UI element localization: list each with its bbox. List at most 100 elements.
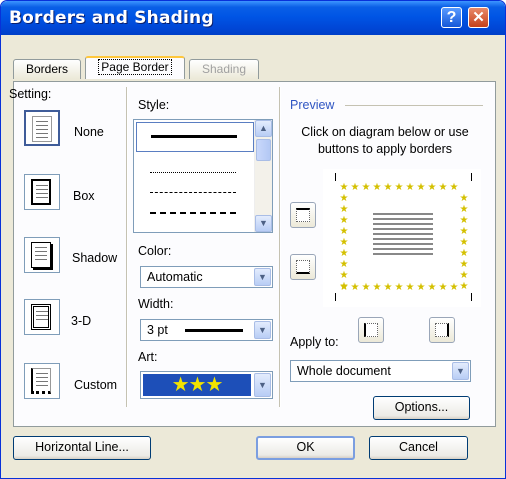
- tab-borders[interactable]: Borders: [13, 59, 81, 79]
- border-star-icon: ★: [339, 270, 349, 281]
- border-star-icon: ★: [394, 182, 404, 193]
- cancel-button[interactable]: Cancel: [369, 436, 468, 460]
- art-label: Art:: [138, 350, 158, 364]
- page-none-icon: [32, 116, 52, 142]
- tab-borders-label: Borders: [25, 62, 69, 76]
- border-star-icon: ★: [372, 282, 382, 293]
- border-star-icon: ★: [459, 193, 469, 204]
- border-star-icon: ★: [383, 282, 393, 293]
- setting-3d-label: 3-D: [71, 314, 92, 328]
- setting-3d-button[interactable]: [24, 299, 60, 335]
- preview-rule: [345, 105, 483, 106]
- setting-box-button[interactable]: [24, 174, 60, 210]
- scroll-down-icon[interactable]: ▼: [255, 215, 272, 232]
- crop-mark: [471, 173, 472, 181]
- border-star-icon: ★: [372, 182, 382, 193]
- scroll-thumb[interactable]: [256, 139, 271, 161]
- crop-mark: [335, 173, 336, 181]
- style-option-dash-dot[interactable]: [150, 212, 236, 214]
- options-button[interactable]: Options...: [373, 396, 470, 420]
- tab-page-border[interactable]: Page Border: [85, 56, 185, 79]
- width-value: 3 pt: [147, 323, 168, 337]
- chevron-down-icon[interactable]: ▼: [254, 268, 271, 286]
- style-option-thick[interactable]: [136, 122, 254, 152]
- border-star-icon: ★: [383, 182, 393, 193]
- border-star-icon: ★: [339, 281, 349, 292]
- border-star-icon: ★: [405, 282, 415, 293]
- border-star-icon: ★: [416, 182, 426, 193]
- crop-mark: [335, 293, 336, 301]
- preview-diagram[interactable]: ★ ★ ★ ★ ★ ★ ★ ★ ★ ★ ★ ★ ★ ★ ★ ★ ★ ★ ★ ★ ★ ★ ★ ★ ★ ★ ★ ★ ★ ★ ★ ★ ★ ★ ★ ★ ★ ★ ★ ★: [323, 169, 481, 307]
- title-bar[interactable]: Borders and Shading ? ✕: [1, 1, 505, 35]
- border-star-icon: ★: [361, 182, 371, 193]
- border-star-icon: ★: [339, 215, 349, 226]
- preview-instruction: Click on diagram below or use buttons to…: [301, 125, 469, 156]
- close-button[interactable]: ✕: [468, 7, 489, 28]
- right-border-button[interactable]: [429, 317, 455, 343]
- page-box-icon: [31, 179, 51, 205]
- dialog-title: Borders and Shading: [9, 8, 214, 28]
- apply-to-select[interactable]: Whole document ▼: [290, 360, 471, 382]
- width-select[interactable]: 3 pt ▼: [140, 319, 273, 341]
- border-star-icon: ★: [339, 204, 349, 215]
- border-star-icon: ★: [449, 182, 459, 193]
- setting-shadow-button[interactable]: [24, 237, 60, 273]
- borders-shading-dialog: Borders and Shading ? ✕ Borders Page Bor…: [0, 0, 506, 479]
- style-option-dotted[interactable]: [150, 172, 236, 173]
- border-right-icon: [435, 323, 449, 337]
- top-border-button[interactable]: [290, 202, 316, 228]
- page-shadow-icon: [31, 242, 51, 268]
- border-star-icon: ★: [459, 237, 469, 248]
- setting-label: Setting:: [9, 87, 52, 101]
- border-star-icon: ★: [350, 182, 360, 193]
- border-star-icon: ★: [361, 282, 371, 293]
- left-border-button[interactable]: [358, 317, 384, 343]
- border-star-icon: ★: [339, 193, 349, 204]
- border-star-icon: ★: [459, 270, 469, 281]
- border-bottom-icon: [296, 260, 310, 274]
- horizontal-line-button[interactable]: Horizontal Line...: [13, 436, 151, 460]
- chevron-down-icon[interactable]: ▼: [452, 362, 469, 380]
- preview-label: Preview: [290, 98, 335, 112]
- setting-none-button[interactable]: [24, 110, 60, 146]
- color-label: Color:: [138, 244, 172, 258]
- bottom-border-button[interactable]: [290, 254, 316, 280]
- art-stars-sample: ★★★: [143, 374, 251, 396]
- apply-to-label: Apply to:: [290, 335, 339, 349]
- tab-shading[interactable]: Shading: [189, 59, 259, 79]
- chevron-down-icon[interactable]: ▼: [254, 321, 271, 339]
- border-star-icon: ★: [339, 248, 349, 259]
- border-star-icon: ★: [427, 282, 437, 293]
- color-select[interactable]: Automatic ▼: [140, 266, 273, 288]
- page-3d-icon: [31, 304, 51, 330]
- border-star-icon: ★: [459, 204, 469, 215]
- ok-button[interactable]: OK: [256, 436, 355, 460]
- style-scrollbar[interactable]: ▲ ▼: [254, 120, 272, 232]
- tab-page-border-label: Page Border: [98, 59, 172, 75]
- border-star-icon: ★: [438, 182, 448, 193]
- border-star-icon: ★: [459, 281, 469, 292]
- setting-none-label: None: [74, 125, 104, 139]
- art-select[interactable]: ★★★ ▼: [140, 371, 273, 399]
- setting-custom-label: Custom: [74, 378, 118, 392]
- border-star-icon: ★: [416, 282, 426, 293]
- color-value: Automatic: [147, 270, 203, 284]
- border-star-icon: ★: [339, 226, 349, 237]
- chevron-down-icon[interactable]: ▼: [254, 373, 271, 397]
- border-star-icon: ★: [459, 226, 469, 237]
- style-option-dashed[interactable]: [150, 192, 236, 193]
- width-label: Width:: [138, 297, 174, 311]
- border-star-icon: ★: [339, 259, 349, 270]
- scroll-up-icon[interactable]: ▲: [255, 120, 272, 137]
- border-star-icon: ★: [449, 282, 459, 293]
- help-button[interactable]: ?: [441, 7, 462, 28]
- border-star-icon: ★: [459, 215, 469, 226]
- border-star-icon: ★: [405, 182, 415, 193]
- setting-shadow-label: Shadow: [72, 251, 118, 265]
- style-list[interactable]: ▲ ▼: [133, 119, 273, 233]
- width-sample-line: [185, 329, 243, 332]
- setting-custom-button[interactable]: [24, 363, 60, 399]
- border-star-icon: ★: [339, 237, 349, 248]
- border-top-icon: [296, 208, 310, 222]
- style-label: Style:: [138, 98, 170, 112]
